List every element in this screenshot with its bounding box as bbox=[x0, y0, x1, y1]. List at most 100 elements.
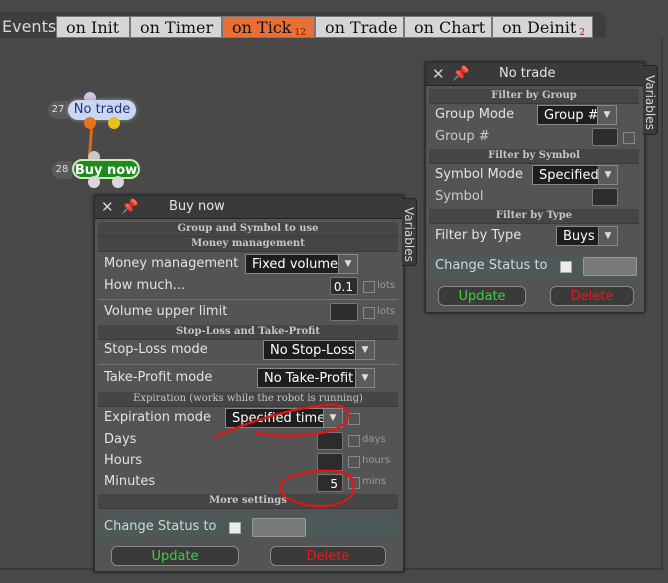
node-output-connector-alt[interactable] bbox=[108, 117, 120, 129]
volume-upper-checkbox[interactable] bbox=[363, 307, 375, 319]
symbol-mode-label: Symbol Mode bbox=[435, 167, 523, 182]
panel-title: Buy now bbox=[169, 199, 225, 214]
chevron-down-icon: ▼ bbox=[598, 227, 617, 245]
chevron-down-icon: ▼ bbox=[597, 106, 616, 124]
tab-on-trade[interactable]: on Trade bbox=[315, 16, 404, 38]
panel-title-bar[interactable]: ✕ 📌 No trade bbox=[426, 63, 644, 86]
delete-button[interactable]: Delete bbox=[550, 286, 634, 306]
panel-title-bar[interactable]: ✕ 📌 Buy now bbox=[95, 196, 403, 219]
group-number-input[interactable] bbox=[592, 128, 618, 146]
how-much-input[interactable]: 0.1 bbox=[330, 277, 358, 295]
money-mode-value: Fixed volume bbox=[252, 257, 338, 272]
close-icon[interactable]: ✕ bbox=[101, 196, 114, 218]
symbol-input[interactable] bbox=[592, 188, 618, 206]
divider bbox=[98, 364, 398, 365]
change-status-checkbox[interactable] bbox=[560, 261, 572, 273]
tab-label: on Chart bbox=[414, 18, 486, 37]
divider bbox=[98, 299, 398, 300]
take-profit-select[interactable]: No Take-Profit ▼ bbox=[257, 368, 375, 388]
filter-type-value: Buys bbox=[563, 229, 595, 244]
filter-type-header: Filter by Type bbox=[429, 209, 639, 224]
tab-on-tick[interactable]: on Tick 12 bbox=[222, 16, 315, 38]
take-profit-value: No Take-Profit bbox=[264, 371, 354, 386]
tab-badge: 2 bbox=[579, 28, 586, 38]
expiration-checkbox[interactable] bbox=[348, 413, 360, 425]
events-label: Events bbox=[2, 17, 57, 36]
change-status-input[interactable] bbox=[583, 257, 637, 276]
hours-checkbox[interactable] bbox=[348, 456, 360, 468]
hours-input[interactable] bbox=[317, 453, 343, 471]
days-unit: days bbox=[362, 434, 386, 445]
tab-on-deinit[interactable]: on Deinit 2 bbox=[492, 16, 593, 38]
minutes-checkbox[interactable] bbox=[348, 477, 360, 489]
pin-icon[interactable]: 📌 bbox=[452, 63, 469, 85]
group-number-label: Group # bbox=[435, 129, 490, 144]
change-status-label: Change Status to bbox=[435, 258, 548, 273]
money-mode-select[interactable]: Fixed volume ▼ bbox=[245, 254, 358, 274]
node-number: 27 bbox=[48, 101, 68, 119]
chevron-down-icon: ▼ bbox=[598, 166, 617, 184]
volume-upper-input[interactable] bbox=[330, 303, 358, 321]
expiration-mode-select[interactable]: Specified time ▼ bbox=[225, 408, 343, 428]
node-buy-now[interactable]: Buy now bbox=[72, 159, 140, 179]
tab-badge: 12 bbox=[294, 28, 306, 38]
tab-on-init[interactable]: on Init bbox=[56, 16, 130, 38]
how-much-checkbox[interactable] bbox=[363, 281, 375, 293]
change-status-label: Change Status to bbox=[104, 519, 217, 534]
take-profit-label: Take-Profit mode bbox=[104, 370, 213, 385]
group-mode-value: Group # bbox=[544, 108, 599, 123]
update-button[interactable]: Update bbox=[111, 546, 239, 566]
panel-title: No trade bbox=[499, 66, 556, 81]
symbol-mode-select[interactable]: Specified ▼ bbox=[532, 165, 618, 185]
no-trade-variables-tab[interactable]: Variables bbox=[643, 65, 658, 135]
volume-upper-label: Volume upper limit bbox=[104, 304, 228, 319]
group-number-checkbox[interactable] bbox=[623, 132, 635, 144]
no-trade-panel: ✕ 📌 No trade Filter by Group Group Mode … bbox=[425, 62, 645, 313]
how-much-unit: lots bbox=[377, 280, 396, 291]
tab-label: on Init bbox=[66, 18, 120, 37]
minutes-label: Minutes bbox=[104, 474, 156, 489]
filter-type-label: Filter by Type bbox=[435, 228, 522, 243]
change-status-input[interactable] bbox=[252, 518, 306, 537]
filter-type-select[interactable]: Buys ▼ bbox=[556, 226, 618, 246]
chevron-down-icon: ▼ bbox=[323, 409, 342, 427]
days-label: Days bbox=[104, 432, 137, 447]
stop-loss-select[interactable]: No Stop-Loss ▼ bbox=[263, 340, 375, 360]
node-no-trade[interactable]: No trade bbox=[68, 100, 136, 120]
sltp-header: Stop-Loss and Take-Profit bbox=[98, 325, 398, 340]
pin-icon[interactable]: 📌 bbox=[121, 196, 138, 218]
more-settings-header: More settings bbox=[98, 494, 398, 509]
node-output-connector[interactable] bbox=[88, 176, 100, 188]
group-symbol-header: Group and Symbol to use bbox=[98, 222, 398, 237]
stop-loss-label: Stop-Loss mode bbox=[104, 342, 208, 357]
node-number: 28 bbox=[52, 161, 72, 179]
tab-label: on Timer bbox=[140, 18, 214, 37]
money-mode-label: Money management bbox=[104, 256, 239, 271]
tab-label: on Trade bbox=[325, 18, 398, 37]
money-header: Money management bbox=[98, 237, 398, 252]
expiration-mode-label: Expiration mode bbox=[104, 410, 211, 425]
group-mode-select[interactable]: Group # ▼ bbox=[537, 105, 617, 125]
minutes-input[interactable]: 5 bbox=[317, 474, 343, 492]
expiration-header: Expiration (works while the robot is run… bbox=[98, 392, 398, 407]
stop-loss-value: No Stop-Loss bbox=[270, 343, 355, 358]
hours-label: Hours bbox=[104, 453, 143, 468]
filter-symbol-header: Filter by Symbol bbox=[429, 149, 639, 164]
tab-on-chart[interactable]: on Chart bbox=[404, 16, 492, 38]
tab-on-timer[interactable]: on Timer bbox=[130, 16, 222, 38]
change-status-checkbox[interactable] bbox=[229, 522, 241, 534]
chevron-down-icon: ▼ bbox=[355, 341, 374, 359]
symbol-label: Symbol bbox=[435, 189, 484, 204]
node-output-connector-alt[interactable] bbox=[112, 176, 124, 188]
tab-label: on Deinit bbox=[502, 18, 577, 37]
close-icon[interactable]: ✕ bbox=[432, 63, 445, 85]
days-input[interactable] bbox=[317, 432, 343, 450]
how-much-label: How much... bbox=[104, 278, 186, 293]
buy-variables-tab[interactable]: Variables bbox=[402, 198, 417, 266]
chevron-down-icon: ▼ bbox=[355, 369, 374, 387]
update-button[interactable]: Update bbox=[438, 286, 526, 306]
delete-button[interactable]: Delete bbox=[270, 546, 386, 566]
group-mode-label: Group Mode bbox=[435, 107, 515, 122]
days-checkbox[interactable] bbox=[348, 435, 360, 447]
filter-group-header: Filter by Group bbox=[429, 89, 639, 104]
